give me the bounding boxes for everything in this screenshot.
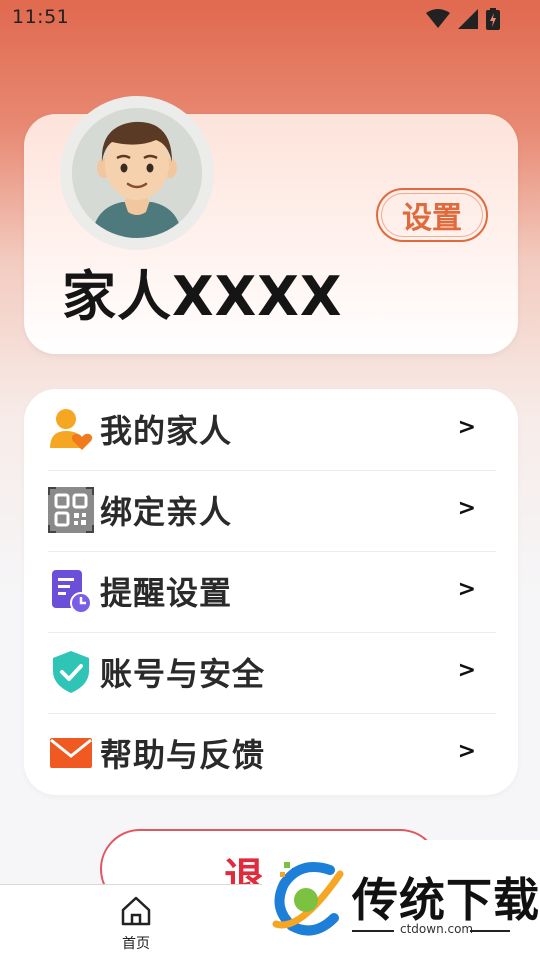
menu-item-my-family[interactable]: 我的家人 > (48, 389, 496, 469)
user-avatar-icon (72, 108, 202, 238)
watermark-url: ctdown.com (400, 922, 474, 936)
menu-item-reminder-settings[interactable]: 提醒设置 > (48, 551, 496, 631)
chevron-right-icon: > (457, 415, 476, 440)
reminder-document-icon (48, 568, 94, 614)
mail-envelope-icon (48, 730, 94, 776)
chevron-right-icon: > (457, 739, 476, 764)
status-time: 11:51 (12, 6, 70, 28)
chevron-right-icon: > (457, 577, 476, 602)
shield-check-icon (48, 649, 94, 695)
menu-card: 我的家人 > 绑定亲人 > 提醒设置 > 账号与安全 > 帮助与反馈 > (24, 389, 518, 795)
menu-item-bind-relatives[interactable]: 绑定亲人 > (48, 470, 496, 550)
nav-item-home[interactable]: 首页 (110, 895, 162, 955)
menu-item-help-feedback[interactable]: 帮助与反馈 > (48, 713, 496, 793)
user-name: 家人XXXX (62, 265, 343, 328)
watermark-rule (470, 930, 510, 932)
status-icons (426, 8, 500, 30)
watermark-rule (352, 930, 394, 932)
signal-icon (458, 9, 478, 29)
chevron-right-icon: > (457, 658, 476, 683)
family-heart-icon (48, 406, 94, 452)
watermark-logo-icon (272, 862, 344, 936)
menu-item-label: 绑定亲人 (100, 493, 233, 531)
settings-button[interactable]: 设置 (376, 188, 488, 242)
avatar[interactable] (72, 108, 202, 238)
status-bar: 11:51 (0, 0, 540, 36)
nav-item-label: 首页 (122, 936, 150, 952)
watermark-title: 传统下载 (352, 873, 540, 927)
home-icon (121, 896, 151, 926)
chevron-right-icon: > (457, 496, 476, 521)
menu-item-label: 账号与安全 (100, 655, 266, 693)
qr-code-scan-icon (48, 487, 94, 533)
watermark: 传统下载 ctdown.com (262, 840, 540, 960)
menu-item-label: 帮助与反馈 (100, 736, 266, 774)
menu-item-account-security[interactable]: 账号与安全 > (48, 632, 496, 712)
menu-item-label: 我的家人 (100, 412, 233, 450)
wifi-icon (426, 9, 450, 28)
menu-item-label: 提醒设置 (100, 574, 233, 612)
battery-icon (486, 8, 500, 30)
